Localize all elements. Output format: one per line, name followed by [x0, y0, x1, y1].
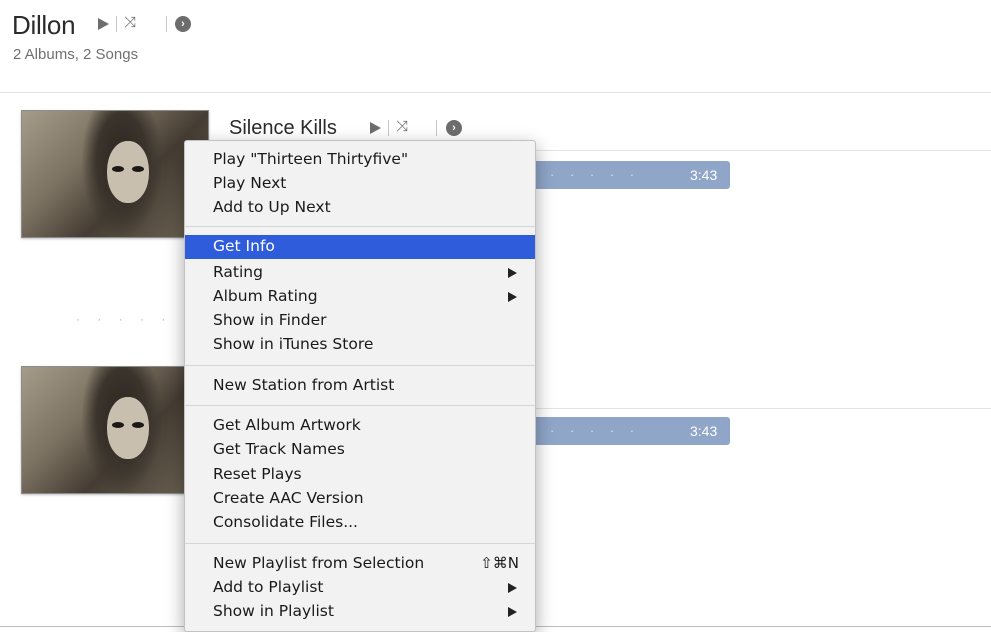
menu-item-label: Create AAC Version — [213, 489, 364, 507]
header-divider — [0, 92, 991, 93]
menu-item-label: Reset Plays — [213, 465, 302, 483]
menu-item-label: Show in Playlist — [213, 602, 334, 620]
play-icon[interactable] — [98, 18, 109, 30]
menu-item-add-to-up-next[interactable]: Add to Up Next — [185, 196, 535, 220]
submenu-arrow-icon — [508, 268, 517, 278]
divider — [166, 16, 167, 32]
menu-item-label: Rating — [213, 263, 263, 281]
menu-item-get-album-artwork[interactable]: Get Album Artwork — [185, 414, 535, 438]
divider — [436, 120, 437, 136]
menu-separator — [185, 226, 535, 227]
album-divider — [534, 408, 991, 409]
menu-item-play-next[interactable]: Play Next — [185, 172, 535, 196]
artwork-detail — [132, 166, 144, 172]
menu-item-reset-plays[interactable]: Reset Plays — [185, 463, 535, 487]
menu-item-add-to-playlist[interactable]: Add to Playlist — [185, 576, 535, 600]
submenu-arrow-icon — [508, 583, 517, 593]
play-icon[interactable] — [370, 122, 381, 134]
menu-separator — [185, 405, 535, 406]
menu-item-label: New Station from Artist — [213, 376, 395, 394]
menu-item-label: New Playlist from Selection — [213, 554, 425, 572]
context-menu: Play "Thirteen Thirtyfive" Play Next Add… — [184, 140, 536, 632]
more-options-icon[interactable]: › — [175, 16, 191, 32]
artwork-detail — [112, 422, 124, 428]
more-options-icon[interactable]: › — [446, 120, 462, 136]
menu-item-label: Get Info — [213, 237, 275, 255]
artwork-detail — [112, 166, 124, 172]
artwork-detail — [107, 397, 149, 459]
submenu-arrow-icon — [508, 607, 517, 617]
artwork-detail — [132, 422, 144, 428]
album-artwork[interactable] — [21, 366, 209, 494]
menu-item-show-in-itunes-store[interactable]: Show in iTunes Store — [185, 333, 535, 357]
menu-item-label: Get Track Names — [213, 440, 345, 458]
menu-item-label: Consolidate Files... — [213, 513, 358, 531]
menu-item-get-track-names[interactable]: Get Track Names — [185, 438, 535, 462]
menu-item-new-playlist-from-selection[interactable]: New Playlist from Selection ⇧⌘N — [185, 552, 535, 576]
menu-item-show-in-playlist[interactable]: Show in Playlist — [185, 600, 535, 624]
artist-summary: 2 Albums, 2 Songs — [13, 46, 139, 63]
menu-shortcut: ⇧⌘N — [480, 554, 519, 572]
menu-item-album-rating[interactable]: Album Rating — [185, 285, 535, 309]
menu-item-label: Show in Finder — [213, 311, 327, 329]
menu-item-show-in-finder[interactable]: Show in Finder — [185, 309, 535, 333]
shuffle-icon[interactable]: ⤨ — [124, 15, 136, 31]
track-duration: 3:43 — [690, 167, 718, 183]
menu-separator — [185, 365, 535, 366]
shuffle-icon[interactable]: ⤨ — [396, 119, 408, 135]
menu-separator — [185, 543, 535, 544]
menu-item-label: Get Album Artwork — [213, 416, 361, 434]
track-dots: · · · · · — [550, 423, 641, 438]
divider — [116, 16, 117, 32]
track-row-selected[interactable]: · · · · · 3:43 — [520, 161, 730, 189]
menu-item-label: Play "Thirteen Thirtyfive" — [213, 150, 409, 168]
track-duration: 3:43 — [690, 423, 718, 439]
menu-item-label: Add to Up Next — [213, 198, 331, 216]
album-title: Silence Kills — [229, 117, 337, 139]
menu-item-create-aac-version[interactable]: Create AAC Version — [185, 487, 535, 511]
track-dots: · · · · · — [550, 167, 641, 182]
menu-item-label: Add to Playlist — [213, 578, 324, 596]
menu-item-label: Show in iTunes Store — [213, 335, 374, 353]
artist-title: Dillon — [12, 10, 76, 40]
menu-item-rating[interactable]: Rating — [185, 261, 535, 285]
menu-item-new-station[interactable]: New Station from Artist — [185, 374, 535, 398]
album-artwork[interactable] — [21, 110, 209, 238]
rating-dots[interactable]: · · · · · — [76, 312, 172, 326]
menu-item-play-song[interactable]: Play "Thirteen Thirtyfive" — [185, 148, 535, 172]
track-row-selected[interactable]: · · · · · 3:43 — [520, 417, 730, 445]
menu-item-get-info[interactable]: Get Info — [185, 235, 535, 259]
artwork-detail — [107, 141, 149, 203]
divider — [388, 120, 389, 136]
menu-item-consolidate-files[interactable]: Consolidate Files... — [185, 511, 535, 535]
submenu-arrow-icon — [508, 292, 517, 302]
menu-item-label: Play Next — [213, 174, 287, 192]
menu-item-label: Album Rating — [213, 287, 318, 305]
